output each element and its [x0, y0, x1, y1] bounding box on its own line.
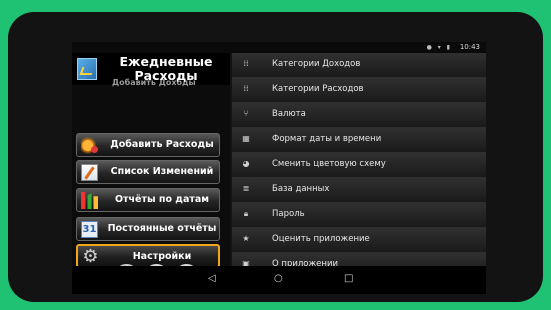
nav-item-change-list[interactable]: Список Изменений [76, 160, 220, 184]
setting-label: Формат даты и времени [272, 134, 382, 144]
status-bar: ● ▾ ▮ 10:43 [72, 42, 486, 53]
system-nav-bar: ◁ ○ □ [72, 266, 486, 294]
coins-icon [81, 137, 98, 154]
back-icon[interactable]: ◁ [208, 274, 216, 284]
setting-income-categories[interactable]: ⁞⁞ Категории Доходов [232, 53, 486, 78]
app-title: Ежедневные Расходы [119, 54, 213, 83]
currency-icon: ⑂ [243, 109, 249, 118]
nav-item-add-expenses[interactable]: Добавить Расходы [76, 133, 220, 157]
lock-icon: 🔒︎ [243, 209, 249, 218]
app-header: Добавить Доходы Ежедневные Расходы [72, 53, 230, 87]
tree-icon: ⁞⁞ [243, 59, 249, 68]
nav-item-label: Постоянные отчёты [107, 223, 217, 234]
setting-rate-app[interactable]: ★ Оценить приложение [232, 228, 486, 253]
calendar-icon: 31 [81, 221, 98, 238]
screen: ● ▾ ▮ 10:43 Добавить Доходы Ежедневные Р… [72, 42, 486, 294]
gear-icon: ⚙ [82, 246, 99, 267]
status-time: 10:43 [459, 43, 480, 51]
palette-icon: ◕ [242, 159, 250, 168]
status-icons: ● ▾ ▮ [426, 44, 452, 51]
nav-item-date-reports[interactable]: Отчёты по датам [76, 188, 220, 212]
notepad-icon [81, 164, 98, 181]
nav-item-recurring-reports[interactable]: 31 Постоянные отчёты [76, 217, 220, 241]
setting-expense-categories[interactable]: ⁞⁞ Категории Расходов [232, 78, 486, 103]
nav-item-label: Настройки [132, 251, 192, 262]
setting-currency[interactable]: ⑂ Валюта [232, 103, 486, 128]
tablet-frame: ● ▾ ▮ 10:43 Добавить Доходы Ежедневные Р… [8, 12, 543, 302]
database-icon: ≣ [242, 184, 250, 193]
app-logo-icon [77, 58, 97, 80]
tree-icon: ⁞⁞ [243, 84, 249, 93]
nav-item-label: Список Изменений [110, 166, 214, 177]
setting-password[interactable]: 🔒︎ Пароль [232, 203, 486, 228]
setting-label: Категории Доходов [272, 59, 361, 69]
calendar-icon: ▦ [242, 134, 250, 143]
nav-item-label: Отчёты по датам [114, 194, 210, 205]
bar-chart-icon [81, 192, 98, 209]
nav-item-settings[interactable]: ⚙ Настройки [76, 244, 220, 268]
home-icon[interactable]: ○ [274, 274, 283, 284]
setting-label: Категории Расходов [272, 84, 364, 94]
setting-database[interactable]: ≣ База данных [232, 178, 486, 203]
setting-date-format[interactable]: ▦ Формат даты и времени [232, 128, 486, 153]
recents-icon[interactable]: □ [344, 274, 353, 284]
setting-label: База данных [272, 184, 330, 194]
setting-label: Пароль [272, 209, 305, 219]
setting-color-scheme[interactable]: ◕ Сменить цветовую схему [232, 153, 486, 178]
navigation-drawer: Добавить Доходы Ежедневные Расходы Добав… [72, 53, 230, 268]
setting-label: Сменить цветовую схему [272, 159, 386, 169]
setting-label: Валюта [272, 109, 306, 119]
setting-label: Оценить приложение [272, 234, 370, 244]
star-icon: ★ [242, 234, 250, 243]
settings-list: ⁞⁞ Категории Доходов ⁞⁞ Категории Расход… [232, 53, 486, 278]
nav-item-label: Добавить Расходы [110, 139, 214, 150]
